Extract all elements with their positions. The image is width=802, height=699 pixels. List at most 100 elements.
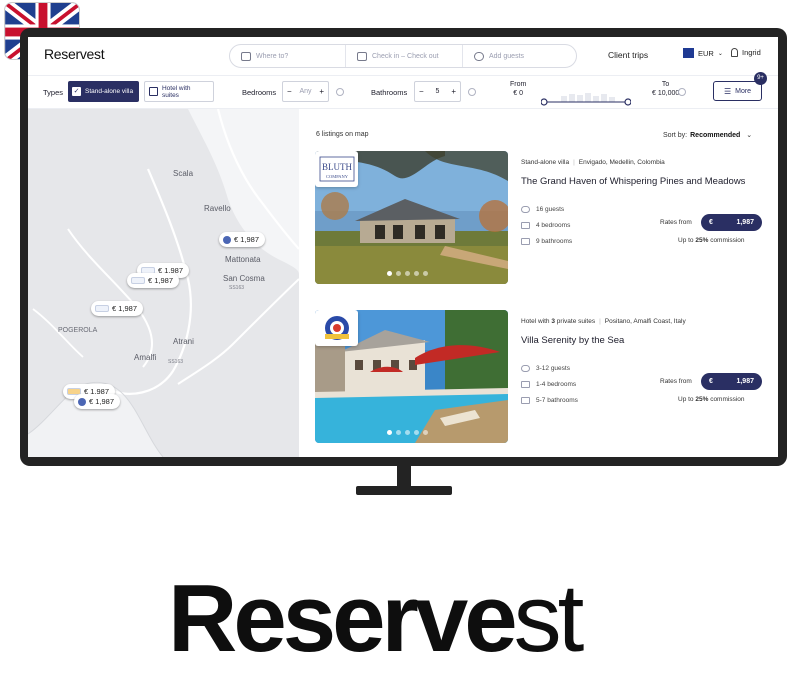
wordmark-part-1: Reserve: [168, 565, 518, 672]
more-filters-button[interactable]: ☰ More: [713, 81, 762, 101]
map-price-pin[interactable]: € 1,987: [74, 394, 121, 409]
reset-price-icon[interactable]: [678, 88, 686, 96]
checkmark-icon: ✓: [72, 87, 81, 96]
currency-label: EUR: [698, 48, 714, 58]
type-option-label: Stand-alone villa: [85, 88, 134, 95]
commission-text: Up to 25% commission: [678, 396, 745, 403]
client-trips-link[interactable]: Client trips: [608, 50, 648, 60]
brand-logo-icon: [95, 305, 109, 312]
type-standalone-villa-checkbox[interactable]: ✓ Stand-alone villa: [68, 81, 139, 102]
brand-logo: [315, 310, 358, 346]
carousel-dot[interactable]: [405, 271, 410, 276]
listing-card[interactable]: Hotel with 3 private suites | Positano, Am…: [315, 310, 763, 443]
bedrooms-value: Any: [299, 88, 312, 95]
user-menu[interactable]: Ingrid: [731, 48, 761, 57]
map-panel[interactable]: Scala Ravello Mattonata San Cosma SS163 …: [28, 109, 299, 457]
listing-type-prefix: Hotel with: [521, 318, 550, 325]
carousel-dot[interactable]: [423, 430, 428, 435]
wordmark-part-2: st: [513, 565, 585, 672]
pin-price: € 1,987: [112, 304, 138, 313]
dates-placeholder: Check in – Check out: [372, 52, 439, 60]
guests-text: 3-12 guests: [536, 365, 570, 372]
listing-meta: Hotel with 3 private suites | Positano, Am…: [521, 318, 686, 325]
brand-badge-icon: [223, 235, 231, 244]
price-to: To € 10,000: [652, 80, 679, 98]
listing-bathrooms: 9 bathrooms: [521, 238, 572, 245]
carousel-dot[interactable]: [405, 430, 410, 435]
listings-panel: 6 listings on map Sort by:Recommended ⌄: [299, 109, 778, 457]
map-price-pin[interactable]: € 1,987: [127, 273, 180, 288]
listing-type: Stand-alone villa: [521, 159, 570, 166]
price-button[interactable]: € 1,987: [701, 373, 762, 390]
listing-meta: Stand-alone villa | Envigado, Medellin, Co…: [521, 159, 665, 166]
map-price-pin[interactable]: € 1,987: [91, 301, 144, 316]
reset-bathrooms-icon[interactable]: [468, 88, 476, 96]
monitor-foot: [356, 486, 452, 495]
brand-logo: BLUTH COMPANY: [315, 151, 358, 187]
map-road-label: SS163: [168, 359, 184, 365]
carousel-dot[interactable]: [387, 271, 392, 276]
types-label: Types: [43, 88, 64, 97]
listing-bedrooms: 1-4 bedrooms: [521, 381, 576, 388]
commission-suffix: commission: [710, 237, 745, 244]
photo-carousel-dots[interactable]: [387, 430, 428, 435]
commission-suffix: commission: [710, 396, 745, 403]
listing-photo[interactable]: BLUTH COMPANY: [315, 151, 508, 284]
eu-flag-icon: [683, 48, 694, 58]
where-field[interactable]: Where to?: [230, 45, 345, 67]
listing-card[interactable]: BLUTH COMPANY Stand-alone villa | Enviga…: [315, 151, 763, 284]
plus-icon[interactable]: +: [319, 87, 324, 96]
bedrooms-text: 1-4 bedrooms: [536, 381, 577, 388]
plus-icon[interactable]: +: [451, 87, 456, 96]
carousel-dot[interactable]: [414, 271, 419, 276]
filter-bar: Types ✓ Stand-alone villa Hotel with sui…: [28, 72, 778, 109]
type-option-label: Hotel with suites: [161, 84, 191, 99]
listing-title[interactable]: The Grand Haven of Whispering Pines and …: [521, 176, 745, 187]
carousel-dot[interactable]: [396, 430, 401, 435]
checkbox-icon: [149, 87, 158, 96]
guests-field[interactable]: Add guests: [462, 45, 576, 67]
map-label-mattonata: Mattonata: [225, 255, 261, 264]
listing-photo[interactable]: [315, 310, 508, 443]
from-label: From: [510, 81, 527, 88]
carousel-dot[interactable]: [423, 271, 428, 276]
listing-title[interactable]: Villa Serenity by the Sea: [521, 335, 624, 346]
listings-count: 6 listings on map: [316, 131, 369, 138]
bathrooms-stepper[interactable]: − 5 +: [414, 81, 461, 102]
sort-selector[interactable]: Sort by: Recommended ⌄: [663, 131, 752, 139]
bedrooms-stepper[interactable]: − Any +: [282, 81, 329, 102]
price-button[interactable]: € 1,987: [701, 214, 762, 231]
pin-price: € 1,987: [89, 397, 115, 406]
bed-icon: [521, 381, 530, 388]
listing-location: Envigado, Medellin, Colombia: [578, 159, 665, 166]
search-bar[interactable]: Where to? Check in – Check out Add guest…: [229, 44, 577, 68]
bathrooms-text: 9 bathrooms: [536, 238, 573, 245]
photo-carousel-dots[interactable]: [387, 271, 428, 276]
listing-type-count: 3: [551, 318, 555, 325]
carousel-dot[interactable]: [414, 430, 419, 435]
minus-icon[interactable]: −: [287, 87, 292, 96]
monitor-neck: [397, 466, 411, 488]
carousel-dot[interactable]: [387, 430, 392, 435]
guests-text: 16 guests: [536, 206, 565, 213]
map-label-ravello: Ravello: [204, 204, 231, 213]
commission-text: Up to 25% commission: [678, 237, 745, 244]
app-screen: Reservest Where to? Check in – Check out…: [28, 37, 778, 457]
svg-text:BLUTH: BLUTH: [322, 162, 352, 172]
map-price-pin[interactable]: € 1,987: [219, 232, 266, 247]
brand-badge-icon: [78, 397, 86, 406]
map-label-amalfi: Amalfi: [134, 353, 157, 362]
price-range-slider[interactable]: [540, 92, 632, 106]
type-hotel-suites-checkbox[interactable]: Hotel with suites: [144, 81, 214, 102]
currency-selector[interactable]: EUR ⌄: [683, 48, 723, 58]
bed-icon: [521, 222, 530, 229]
map-label-scala: Scala: [173, 169, 194, 178]
to-label: To: [661, 81, 670, 88]
calendar-icon: [357, 51, 367, 61]
reset-bedrooms-icon[interactable]: [336, 88, 344, 96]
dates-field[interactable]: Check in – Check out: [345, 45, 462, 67]
minus-icon[interactable]: −: [419, 87, 424, 96]
app-logo[interactable]: Reservest: [44, 46, 105, 62]
slider-max-handle: [624, 98, 632, 106]
carousel-dot[interactable]: [396, 271, 401, 276]
